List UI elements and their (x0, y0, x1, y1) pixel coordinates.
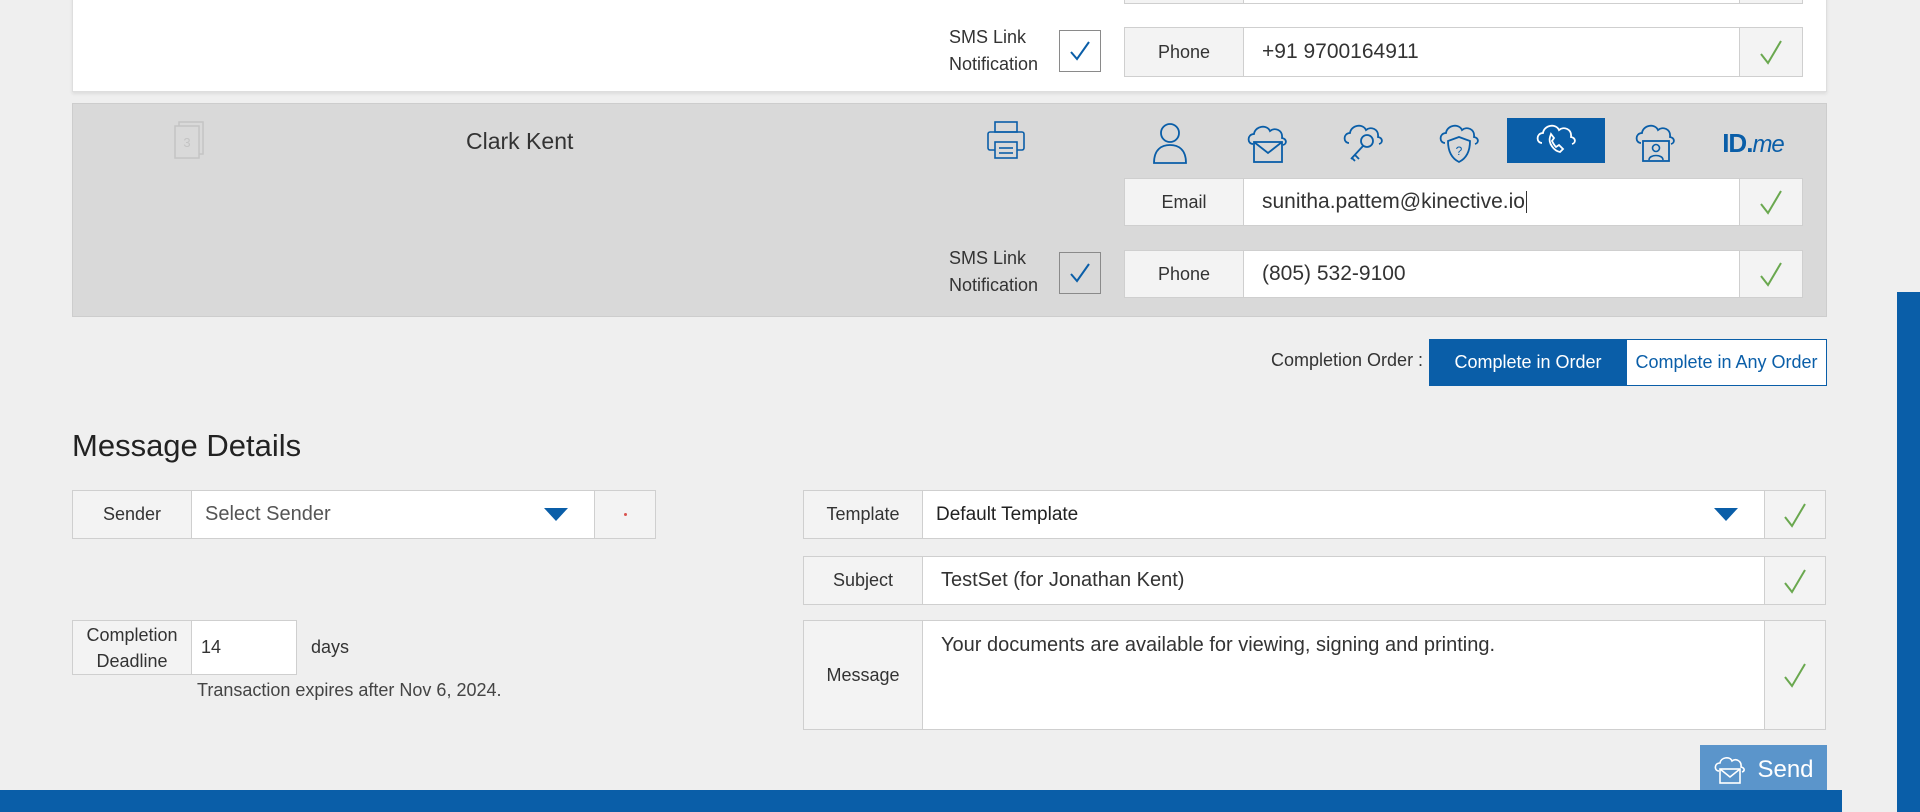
signer2-sms-label: SMS Link Notification (949, 248, 1039, 295)
template-label: Template (803, 490, 923, 539)
signer2-phone-valid (1739, 250, 1803, 298)
cloud-mail-icon[interactable] (1222, 118, 1312, 168)
printer-icon[interactable] (985, 119, 1027, 166)
check-icon (1760, 262, 1782, 287)
document-stack-icon: 3 (174, 121, 204, 159)
sender-select[interactable]: Select Sender (191, 490, 595, 539)
signer1-sms-label: SMS Link Notification (949, 27, 1039, 74)
text-cursor (1525, 191, 1527, 213)
checkmark-icon (1070, 263, 1090, 283)
signer1-sms-checkbox[interactable] (1059, 30, 1101, 72)
signer1-email-label-partial (1124, 0, 1244, 4)
message-textarea[interactable]: Your documents are available for viewing… (922, 620, 1765, 730)
checkmark-icon (1070, 41, 1090, 61)
signer-order-badge[interactable]: 3 (173, 120, 207, 165)
subject-valid (1764, 556, 1826, 605)
signer2-email-input[interactable]: sunitha.pattem@kinective.io (1243, 178, 1740, 226)
message-valid (1764, 620, 1826, 730)
sender-label: Sender (72, 490, 192, 539)
signer2-sms-checkbox[interactable] (1059, 252, 1101, 294)
check-icon (1760, 190, 1782, 215)
shield-question-icon[interactable]: ? (1414, 118, 1504, 168)
signer1-phone-input[interactable]: +91 9700164911 (1243, 27, 1740, 77)
send-button[interactable]: Send (1700, 745, 1827, 795)
template-valid (1764, 490, 1826, 539)
deadline-unit: days (311, 637, 350, 657)
cloud-phone-icon (1536, 124, 1576, 153)
expiry-text: Transaction expires after Nov 6, 2024. (197, 680, 502, 700)
user-icon[interactable] (1125, 118, 1215, 168)
check-icon (1784, 663, 1806, 688)
chevron-down-icon (544, 508, 568, 521)
check-icon (1784, 568, 1806, 594)
deadline-label: Completion Deadline (72, 620, 192, 675)
subject-input[interactable]: TestSet (for Jonathan Kent) (922, 556, 1765, 605)
check-icon (1760, 40, 1782, 65)
signer1-phone-label: Phone (1124, 27, 1244, 77)
signer-name: Clark Kent (466, 128, 574, 154)
svg-text:?: ? (1456, 144, 1463, 158)
completion-order-label: Completion Order : (1271, 350, 1424, 370)
cloud-key-icon[interactable] (1318, 118, 1408, 168)
template-select[interactable]: Default Template (922, 490, 1765, 539)
cloud-person-icon[interactable] (1610, 118, 1700, 168)
scrollbar-thumb[interactable] (1897, 292, 1920, 812)
complete-any-order-button[interactable]: Complete in Any Order (1626, 339, 1827, 386)
signer2-email-label: Email (1124, 178, 1244, 226)
subject-label: Subject (803, 556, 923, 605)
svg-text:3: 3 (183, 135, 190, 150)
signer1-email-check-partial (1739, 0, 1803, 4)
check-icon (1784, 502, 1806, 528)
idme-logo[interactable]: ID.me (1708, 118, 1798, 168)
signer2-phone-input[interactable]: (805) 532-9100 (1243, 250, 1740, 298)
signer2-email-valid (1739, 178, 1803, 226)
message-label: Message (803, 620, 923, 730)
required-dot-icon (623, 513, 627, 516)
cloud-mail-icon (1715, 757, 1746, 784)
phone-auth-button[interactable] (1507, 118, 1605, 163)
signer1-email-input-partial[interactable] (1243, 0, 1740, 4)
section-title: Message Details (72, 428, 302, 463)
signer2-phone-label: Phone (1124, 250, 1244, 298)
chevron-down-icon (1714, 508, 1738, 521)
footer-bar (0, 790, 1842, 812)
signer1-phone-valid (1739, 27, 1803, 77)
deadline-days-input[interactable]: 14 (191, 620, 297, 675)
complete-in-order-button[interactable]: Complete in Order (1429, 339, 1627, 386)
sender-required-indicator (594, 490, 656, 539)
